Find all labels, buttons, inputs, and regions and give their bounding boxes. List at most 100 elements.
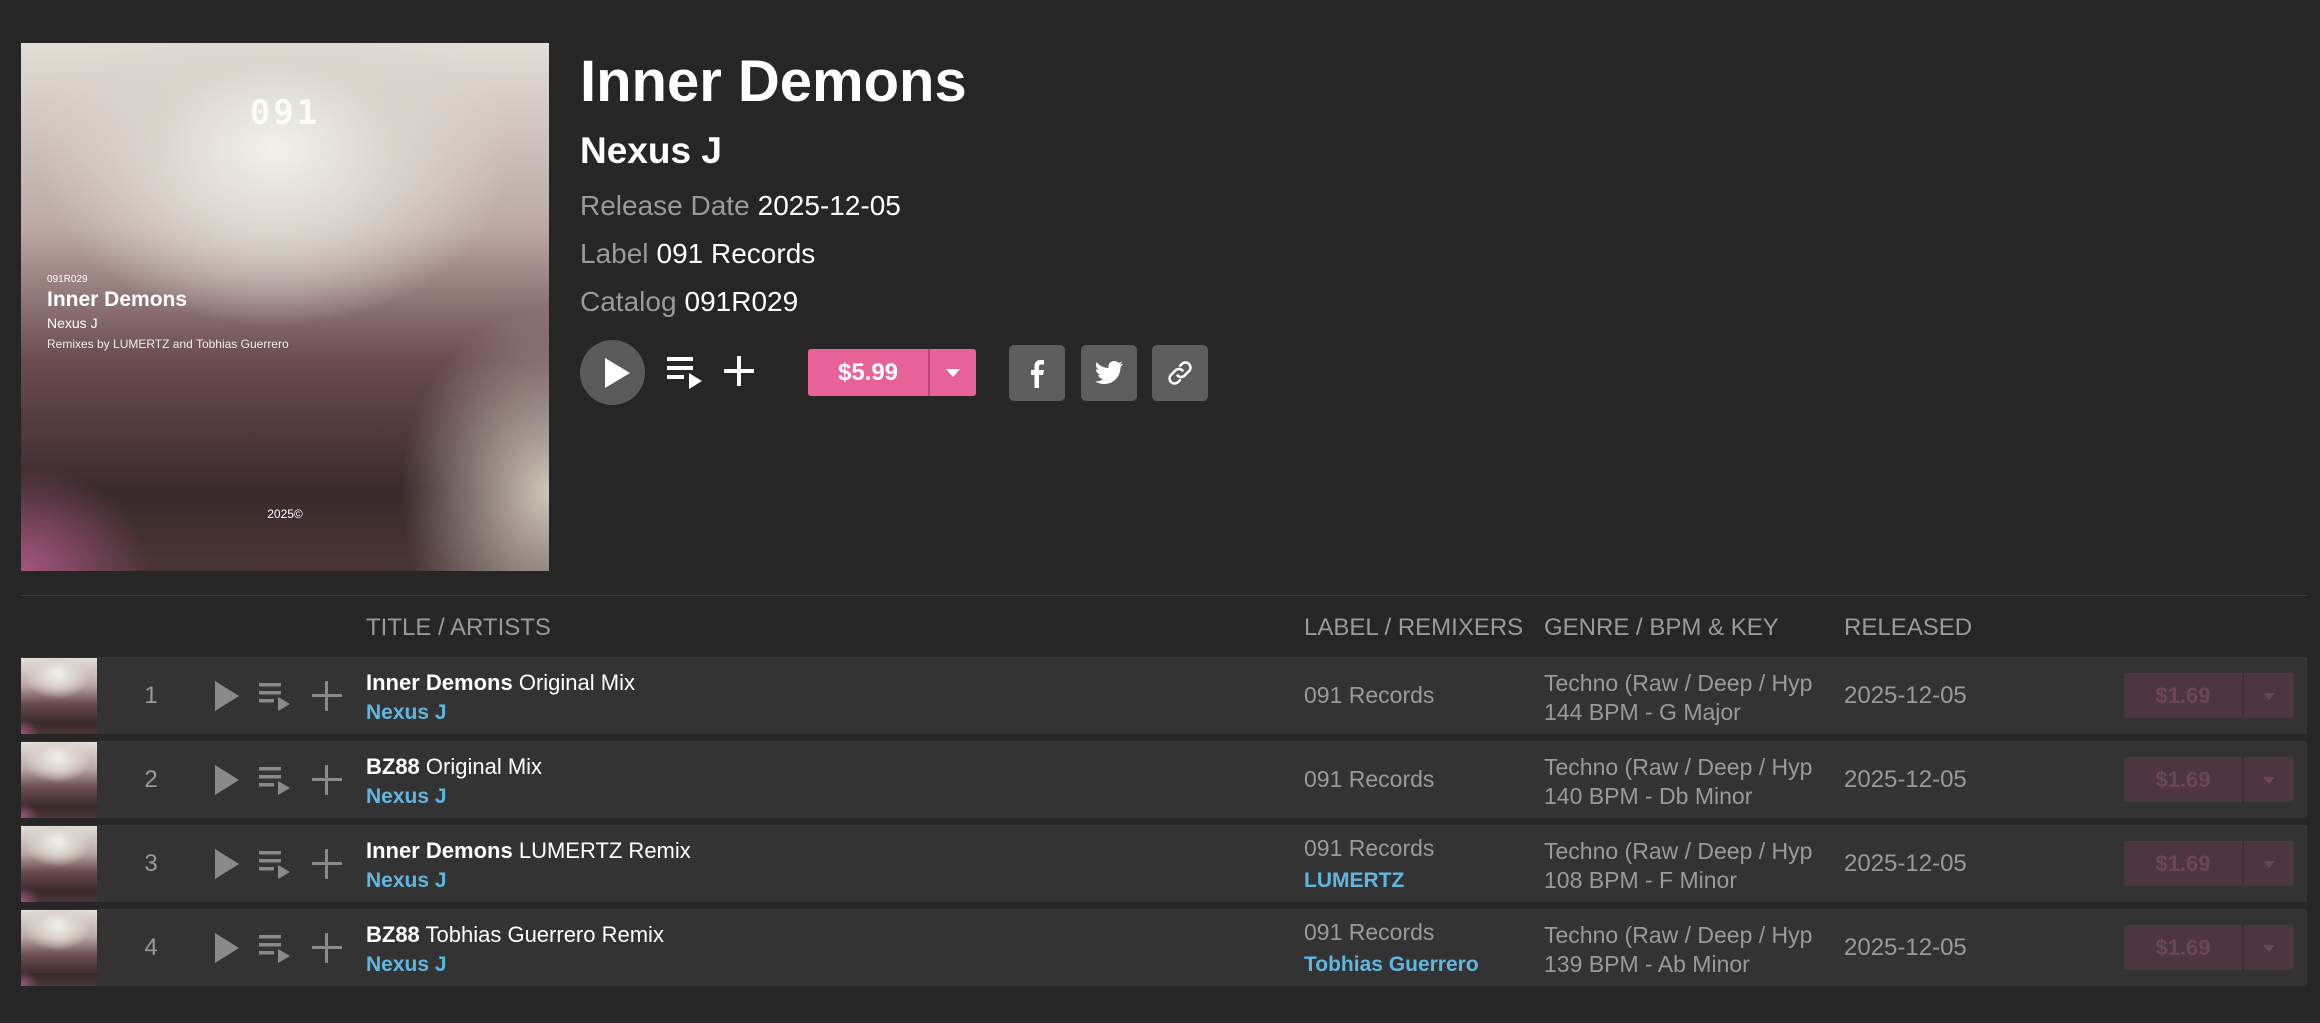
buy-track-button[interactable]: $1.69 — [2124, 757, 2294, 802]
track-label-link[interactable]: 091 Records — [1304, 919, 1434, 946]
play-track-button[interactable] — [213, 681, 241, 711]
release-artist-link[interactable]: Nexus J — [580, 130, 722, 172]
track-number: 2 — [144, 766, 158, 793]
track-genre-link[interactable]: Techno (Raw / Deep / Hypnotic) — [1544, 838, 1814, 865]
cover-brand: 091 — [249, 93, 321, 133]
add-track-to-queue-icon[interactable] — [259, 933, 293, 965]
track-price[interactable]: $1.69 — [2124, 841, 2242, 886]
play-track-button[interactable] — [213, 933, 241, 963]
column-header-genre: GENRE / BPM & KEY — [1544, 614, 1779, 641]
track-buy-options-dropdown[interactable] — [2244, 757, 2294, 802]
add-track-to-playlist-icon[interactable] — [312, 681, 342, 711]
release-label-row: Label 091 Records — [580, 238, 815, 270]
track-mix: Tobhias Guerrero Remix — [425, 922, 664, 947]
track-artist-link[interactable]: Nexus J — [366, 785, 447, 809]
track-artist-link[interactable]: Nexus J — [366, 953, 447, 977]
track-title-link[interactable]: Inner Demons LUMERTZ Remix — [366, 838, 691, 864]
track-label-link[interactable]: 091 Records — [1304, 835, 1434, 862]
track-name: Inner Demons — [366, 838, 513, 863]
track-label-link[interactable]: 091 Records — [1304, 741, 1434, 818]
track-buy-options-dropdown[interactable] — [2244, 673, 2294, 718]
track-release-date: 2025-12-05 — [1844, 850, 1967, 877]
release-catalog-row: Catalog 091R029 — [580, 286, 798, 318]
add-track-to-playlist-icon[interactable] — [312, 849, 342, 879]
track-artist-link[interactable]: Nexus J — [366, 869, 447, 893]
buy-track-button[interactable]: $1.69 — [2124, 925, 2294, 970]
track-row[interactable]: 1 Inner Demons Original Mix Nexus J 091 Rec… — [21, 657, 2307, 734]
play-track-button[interactable] — [213, 849, 241, 879]
track-number: 4 — [144, 934, 158, 961]
track-artwork[interactable] — [21, 742, 97, 818]
add-track-to-playlist-icon[interactable] — [312, 765, 342, 795]
share-facebook-button[interactable] — [1009, 345, 1065, 401]
release-title: Inner Demons — [580, 49, 967, 114]
cover-catalog: 091R029 — [47, 274, 88, 285]
buy-track-button[interactable]: $1.69 — [2124, 841, 2294, 886]
cover-artist: Nexus J — [47, 315, 98, 331]
release-label-link[interactable]: 091 Records — [657, 238, 816, 269]
track-price[interactable]: $1.69 — [2124, 757, 2242, 802]
track-artwork[interactable] — [21, 826, 97, 902]
track-remixer-link[interactable]: LUMERTZ — [1304, 869, 1404, 893]
release-catalog-value: 091R029 — [684, 286, 799, 317]
add-track-to-queue-icon[interactable] — [259, 765, 293, 797]
track-bpm-key: 140 BPM - Db Minor — [1544, 783, 1753, 809]
track-genre-link[interactable]: Techno (Raw / Deep / Hypnotic) — [1544, 754, 1814, 781]
play-track-button[interactable] — [213, 765, 241, 795]
track-row[interactable]: 4 BZ88 Tobhias Guerrero Remix Nexus J 091 R… — [21, 909, 2307, 986]
column-header-released: RELEASED — [1844, 614, 1973, 641]
release-price[interactable]: $5.99 — [808, 349, 928, 396]
track-remixer-link[interactable]: Tobhias Guerrero — [1304, 953, 1479, 977]
track-buy-options-dropdown[interactable] — [2244, 925, 2294, 970]
cover-title: Inner Demons — [47, 288, 188, 311]
link-icon — [1168, 361, 1192, 385]
add-to-queue-icon[interactable] — [667, 355, 705, 389]
track-artwork[interactable] — [21, 658, 97, 734]
buy-options-dropdown[interactable] — [930, 349, 976, 396]
track-genre-link[interactable]: Techno (Raw / Deep / Hypnotic) — [1544, 670, 1814, 697]
twitter-icon — [1095, 361, 1123, 384]
share-twitter-button[interactable] — [1081, 345, 1137, 401]
track-number: 3 — [144, 850, 158, 877]
track-release-date: 2025-12-05 — [1844, 682, 1967, 709]
track-mix: Original Mix — [518, 670, 635, 695]
release-date-key: Release Date — [580, 190, 750, 221]
buy-track-button[interactable]: $1.69 — [2124, 673, 2294, 718]
play-release-button[interactable] — [580, 340, 645, 405]
buy-release-button[interactable]: $5.99 — [808, 349, 976, 396]
release-artwork: 091 091R029 Inner Demons Nexus J Remixes… — [21, 43, 549, 571]
cover-year: 2025© — [267, 507, 303, 521]
track-price[interactable]: $1.69 — [2124, 673, 2242, 718]
facebook-icon — [1031, 360, 1044, 388]
track-mix: Original Mix — [425, 754, 543, 779]
track-number: 1 — [144, 682, 158, 709]
add-track-to-queue-icon[interactable] — [259, 849, 293, 881]
track-row[interactable]: 3 Inner Demons LUMERTZ Remix Nexus J 091 Re… — [21, 825, 2307, 902]
track-title-link[interactable]: BZ88 Original Mix — [366, 754, 542, 780]
track-name: Inner Demons — [366, 670, 513, 695]
track-bpm-key: 139 BPM - Ab Minor — [1544, 951, 1750, 977]
add-track-to-playlist-icon[interactable] — [312, 933, 342, 963]
release-date-row: Release Date 2025-12-05 — [580, 190, 901, 222]
track-artist-link[interactable]: Nexus J — [366, 701, 447, 725]
release-label-key: Label — [580, 238, 649, 269]
track-buy-options-dropdown[interactable] — [2244, 841, 2294, 886]
track-mix: LUMERTZ Remix — [518, 838, 691, 863]
section-divider — [21, 595, 2307, 596]
add-track-to-queue-icon[interactable] — [259, 681, 293, 713]
track-title-link[interactable]: BZ88 Tobhias Guerrero Remix — [366, 922, 664, 948]
track-row[interactable]: 2 BZ88 Original Mix Nexus J 091 Records Tech… — [21, 741, 2307, 818]
add-to-playlist-icon[interactable] — [722, 354, 756, 388]
track-bpm-key: 108 BPM - F Minor — [1544, 867, 1737, 893]
track-genre-link[interactable]: Techno (Raw / Deep / Hypnotic) — [1544, 922, 1814, 949]
column-header-title: TITLE / ARTISTS — [366, 614, 551, 641]
track-name: BZ88 — [366, 922, 420, 947]
cover-remix-credit: Remixes by LUMERTZ and Tobhias Guerrero — [47, 337, 289, 351]
copy-link-button[interactable] — [1152, 345, 1208, 401]
track-title-link[interactable]: Inner Demons Original Mix — [366, 670, 635, 696]
track-artwork[interactable] — [21, 910, 97, 986]
release-date-value: 2025-12-05 — [757, 190, 901, 221]
track-price[interactable]: $1.69 — [2124, 925, 2242, 970]
track-label-link[interactable]: 091 Records — [1304, 657, 1434, 734]
release-catalog-key: Catalog — [580, 286, 677, 317]
